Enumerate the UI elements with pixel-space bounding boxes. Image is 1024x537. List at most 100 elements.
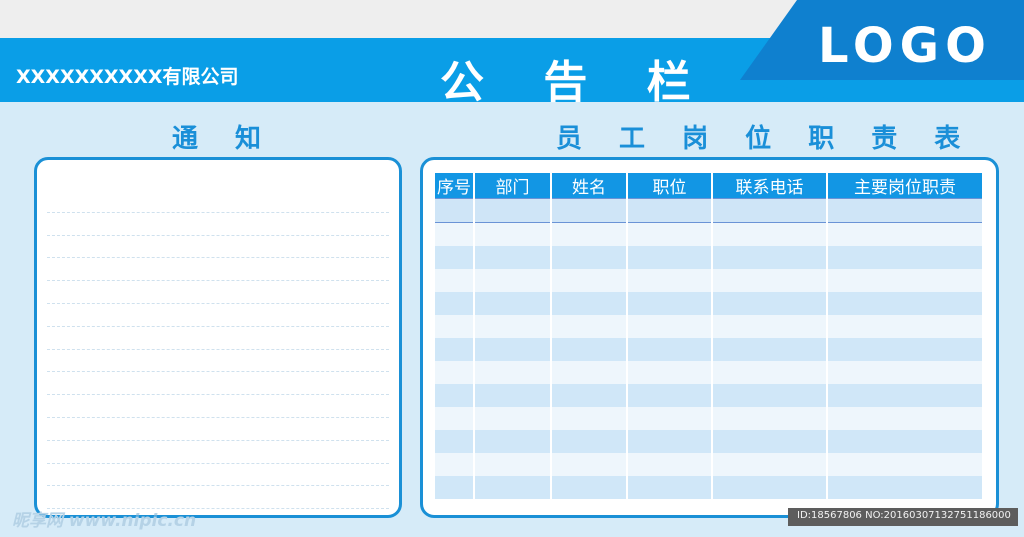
table-cell[interactable] [627,384,713,407]
column-header-position: 职位 [627,173,713,199]
notice-line [47,350,389,373]
table-cell[interactable] [474,198,552,223]
column-header-phone: 联系电话 [712,173,828,199]
table-cell[interactable] [712,198,828,223]
table-cell[interactable] [712,361,828,384]
table-cell[interactable] [827,315,982,338]
table-cell[interactable] [435,246,475,269]
table-cell[interactable] [627,338,713,361]
table-cell[interactable] [712,407,828,430]
table-cell[interactable] [551,430,628,453]
company-name: XXXXXXXXXX有限公司 [16,66,239,88]
table-cell[interactable] [712,384,828,407]
table-cell[interactable] [712,315,828,338]
table-cell[interactable] [551,453,628,476]
table-row [435,476,982,499]
table-cell[interactable] [627,315,713,338]
table-cell[interactable] [827,407,982,430]
table-cell[interactable] [712,222,828,246]
table-cell[interactable] [551,315,628,338]
table-cell[interactable] [827,338,982,361]
notice-line [47,304,389,327]
table-row [435,384,982,407]
table-cell[interactable] [474,338,552,361]
table-cell[interactable] [435,292,475,315]
table-cell[interactable] [827,361,982,384]
table-cell[interactable] [551,292,628,315]
table-cell[interactable] [435,476,475,499]
table-cell[interactable] [474,222,552,246]
table-cell[interactable] [435,222,475,246]
table-cell[interactable] [435,198,475,223]
table-cell[interactable] [712,430,828,453]
notice-lines [47,190,389,510]
table-cell[interactable] [627,430,713,453]
table-cell[interactable] [627,198,713,223]
table-cell[interactable] [627,292,713,315]
logo-text: LOGO [818,18,992,74]
table-cell[interactable] [827,453,982,476]
table-cell[interactable] [474,384,552,407]
table-cell[interactable] [827,384,982,407]
table-cell[interactable] [712,292,828,315]
duty-table-title: 员 工 岗 位 职 责 表 [556,124,975,154]
table-cell[interactable] [435,453,475,476]
table-cell[interactable] [551,269,628,292]
table-cell[interactable] [627,269,713,292]
table-cell[interactable] [712,246,828,269]
table-cell[interactable] [827,292,982,315]
table-cell[interactable] [712,453,828,476]
table-cell[interactable] [474,453,552,476]
table-cell[interactable] [435,384,475,407]
table-cell[interactable] [551,407,628,430]
table-cell[interactable] [827,198,982,223]
table-cell[interactable] [827,430,982,453]
notice-line [47,372,389,396]
table-cell[interactable] [627,361,713,384]
table-cell[interactable] [827,476,982,499]
notice-line [47,418,389,441]
table-cell[interactable] [551,476,628,499]
table-cell[interactable] [435,407,475,430]
table-cell[interactable] [474,476,552,499]
table-cell[interactable] [627,222,713,246]
table-cell[interactable] [712,269,828,292]
table-cell[interactable] [435,269,475,292]
table-row [435,338,982,361]
table-row [435,269,982,292]
table-cell[interactable] [551,222,628,246]
table-cell[interactable] [827,222,982,246]
table-cell[interactable] [474,361,552,384]
table-cell[interactable] [474,246,552,269]
table-cell[interactable] [551,338,628,361]
notice-line [47,190,389,213]
table-cell[interactable] [474,430,552,453]
table-cell[interactable] [551,246,628,269]
table-cell[interactable] [551,361,628,384]
table-cell[interactable] [627,453,713,476]
table-row [435,222,982,246]
notice-line [47,213,389,236]
table-cell[interactable] [712,476,828,499]
table-cell[interactable] [551,198,628,223]
table-cell[interactable] [474,292,552,315]
notice-line [47,258,389,282]
notice-line [47,236,389,259]
table-cell[interactable] [627,476,713,499]
table-cell[interactable] [627,407,713,430]
table-cell[interactable] [474,269,552,292]
table-cell[interactable] [827,269,982,292]
table-cell[interactable] [627,246,713,269]
table-cell[interactable] [712,338,828,361]
table-row [435,430,982,453]
table-cell[interactable] [827,246,982,269]
table-cell[interactable] [474,407,552,430]
table-cell[interactable] [435,315,475,338]
image-id-text: ID:18567806 NO:20160307132751186000 [797,510,1011,521]
table-cell[interactable] [551,384,628,407]
table-cell[interactable] [435,430,475,453]
table-cell[interactable] [474,315,552,338]
table-cell[interactable] [435,338,475,361]
watermark: 昵享网 www.nipic.cn [12,511,197,531]
table-cell[interactable] [435,361,475,384]
